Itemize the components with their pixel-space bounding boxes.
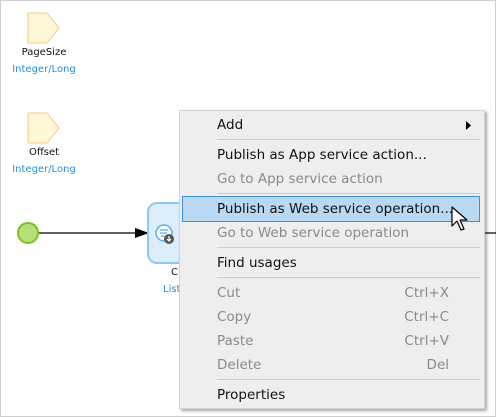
- menu-separator: [217, 247, 480, 248]
- arrow-head: [135, 228, 149, 238]
- menu-item-label: Delete: [217, 357, 262, 373]
- menu-item-add[interactable]: Add: [182, 113, 480, 137]
- menu-item-paste[interactable]: Paste Ctrl+V: [182, 329, 480, 353]
- menu-item-goto-app-service[interactable]: Go to App service action: [182, 167, 480, 191]
- menu-item-goto-web-service[interactable]: Go to Web service operation: [182, 221, 480, 245]
- parameter-name: PageSize: [21, 47, 67, 58]
- parameter-type: Integer/Long: [12, 164, 76, 175]
- submenu-arrow-icon: [466, 121, 471, 130]
- menu-item-label: Cut: [217, 285, 241, 301]
- menu-item-properties[interactable]: Properties: [182, 383, 480, 407]
- parameter-name: Offset: [28, 147, 60, 158]
- menu-item-label: Paste: [217, 333, 254, 349]
- activity-caption: C: [171, 267, 178, 278]
- menu-separator: [217, 277, 480, 278]
- parameter-offset-shape[interactable]: [27, 112, 61, 146]
- menu-item-copy[interactable]: Copy Ctrl+C: [182, 305, 480, 329]
- menu-item-shortcut: Ctrl+C: [404, 309, 449, 325]
- activity-type: List: [163, 284, 181, 295]
- menu-item-find-usages[interactable]: Find usages: [182, 251, 480, 275]
- menu-item-label: Properties: [217, 387, 286, 403]
- menu-item-label: Find usages: [217, 255, 297, 271]
- menu-item-shortcut: Ctrl+V: [404, 333, 449, 349]
- menu-item-publish-app-service[interactable]: Publish as App service action...: [182, 143, 480, 167]
- mouse-cursor-icon: [451, 206, 468, 231]
- menu-item-cut[interactable]: Cut Ctrl+X: [182, 281, 480, 305]
- menu-item-label: Copy: [217, 309, 252, 325]
- menu-item-shortcut: Del: [426, 357, 449, 373]
- parameter-type: Integer/Long: [12, 64, 76, 75]
- menu-item-publish-web-service[interactable]: Publish as Web service operation...: [182, 196, 480, 222]
- parameter-pagesize-shape[interactable]: [27, 12, 61, 46]
- menu-separator: [217, 139, 480, 140]
- menu-item-label: Go to Web service operation: [217, 225, 410, 241]
- context-menu: Add Publish as App service action... Go …: [179, 110, 485, 409]
- menu-item-label: Publish as Web service operation...: [217, 201, 454, 217]
- menu-separator: [217, 379, 480, 380]
- menu-separator: [217, 193, 480, 194]
- menu-item-shortcut: Ctrl+X: [404, 285, 449, 301]
- menu-item-label: Go to App service action: [217, 171, 383, 187]
- menu-item-label: Add: [217, 117, 244, 133]
- menu-item-delete[interactable]: Delete Del: [182, 353, 480, 377]
- start-event: [17, 222, 39, 244]
- menu-item-label: Publish as App service action...: [217, 147, 427, 163]
